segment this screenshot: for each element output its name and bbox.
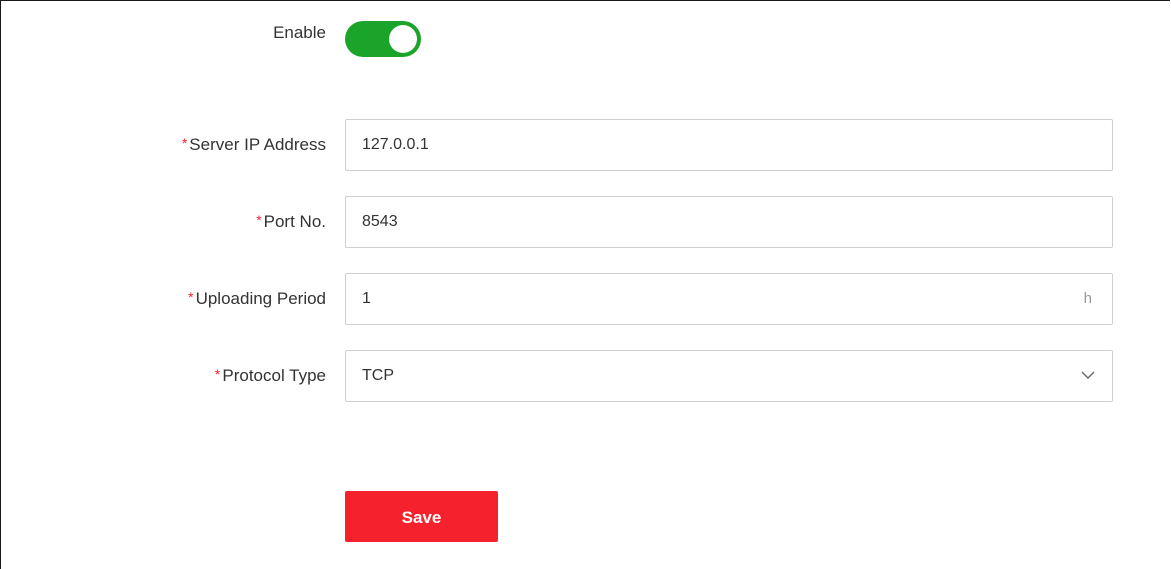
protocol-type-row: * Protocol Type TCP bbox=[1, 350, 1171, 402]
required-mark: * bbox=[256, 212, 262, 228]
port-row: * Port No. 8543 bbox=[1, 196, 1171, 248]
server-ip-label: * Server IP Address bbox=[182, 119, 326, 171]
uploading-period-input[interactable]: 1 h bbox=[345, 273, 1113, 325]
port-label-text: Port No. bbox=[263, 212, 326, 231]
uploading-period-row: * Uploading Period 1 h bbox=[1, 273, 1171, 325]
enable-row: Enable bbox=[1, 7, 1171, 59]
toggle-knob bbox=[389, 25, 417, 53]
server-ip-input[interactable]: 127.0.0.1 bbox=[345, 119, 1113, 171]
enable-toggle[interactable] bbox=[345, 21, 421, 57]
chevron-down-icon bbox=[1081, 371, 1095, 379]
protocol-type-label-text: Protocol Type bbox=[222, 366, 326, 385]
required-mark: * bbox=[181, 135, 188, 151]
uploading-period-label-text: Uploading Period bbox=[195, 289, 326, 308]
required-mark: * bbox=[214, 366, 221, 382]
server-ip-label-text: Server IP Address bbox=[189, 135, 326, 154]
server-ip-value: 127.0.0.1 bbox=[362, 136, 429, 153]
required-mark: * bbox=[188, 289, 194, 305]
save-button[interactable]: Save bbox=[345, 491, 498, 542]
protocol-type-select[interactable]: TCP bbox=[345, 350, 1113, 402]
enable-label: Enable bbox=[273, 23, 326, 42]
unit-suffix: h bbox=[1083, 290, 1092, 307]
uploading-period-value: 1 bbox=[362, 290, 371, 307]
settings-panel: Enable * Server IP Address 127.0.0.1 * Por… bbox=[0, 0, 1170, 569]
port-value: 8543 bbox=[362, 213, 398, 230]
uploading-period-label: * Uploading Period bbox=[188, 273, 326, 325]
protocol-type-value: TCP bbox=[362, 367, 394, 384]
port-label: * Port No. bbox=[256, 196, 326, 248]
protocol-type-label: * Protocol Type bbox=[215, 350, 326, 402]
port-input[interactable]: 8543 bbox=[345, 196, 1113, 248]
server-ip-row: * Server IP Address 127.0.0.1 bbox=[1, 119, 1171, 171]
